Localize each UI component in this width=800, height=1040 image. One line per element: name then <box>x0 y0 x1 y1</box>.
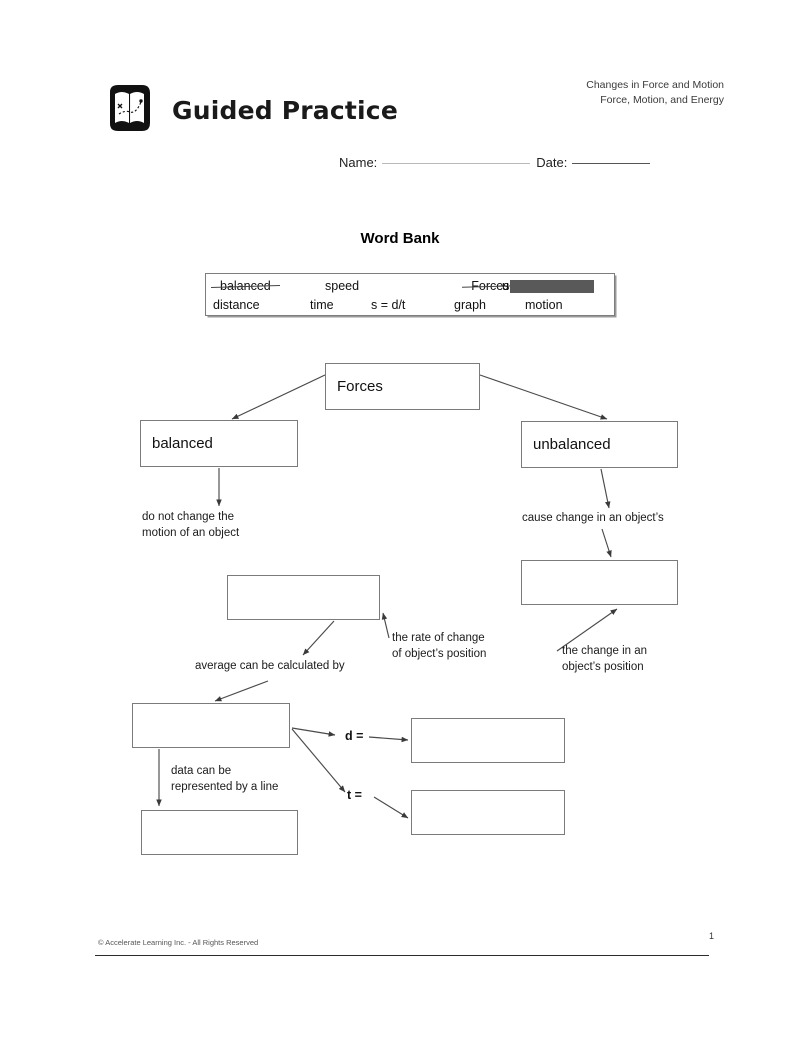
word-bank-box: balanced speed Forces u distance time s … <box>205 273 615 316</box>
answer-box-time[interactable] <box>411 790 565 835</box>
word-bank-item-motion[interactable]: motion <box>525 298 563 312</box>
note-graph-line: data can be represented by a line <box>171 763 278 795</box>
note-change-in-position-line2: object’s position <box>562 661 644 673</box>
worksheet-page: Guided Practice Changes in Force and Mot… <box>0 0 800 1040</box>
answer-box-motion[interactable] <box>521 560 678 605</box>
note-graph-line2: represented by a line <box>171 781 279 793</box>
treasure-map-icon <box>104 82 156 134</box>
page-title: Guided Practice <box>172 96 398 125</box>
note-change-in-position-line1: the change in an <box>562 645 648 657</box>
note-change-in-position: the change in an object’s position <box>562 643 647 675</box>
node-balanced-label: balanced <box>152 435 213 452</box>
note-balanced-desc-line2: motion of an object <box>142 527 240 539</box>
word-bank-item-time[interactable]: time <box>310 298 334 312</box>
page-number: 1 <box>708 931 714 941</box>
lesson-title-line2: Force, Motion, and Energy <box>600 94 724 106</box>
note-rate-of-change-line1: the rate of change <box>392 632 485 644</box>
word-bank-item-formula[interactable]: s = d/t <box>371 298 405 312</box>
date-input[interactable] <box>572 163 651 164</box>
node-balanced[interactable]: balanced <box>140 420 298 467</box>
node-unbalanced[interactable]: unbalanced <box>521 421 678 468</box>
node-unbalanced-label: unbalanced <box>533 436 611 453</box>
answer-box-distance[interactable] <box>411 718 565 763</box>
word-bank-title: Word Bank <box>360 230 440 247</box>
date-label: Date: <box>536 155 568 170</box>
node-forces[interactable]: Forces <box>325 363 480 410</box>
note-balanced-desc: do not change the motion of an object <box>142 509 239 541</box>
redaction-bar <box>510 280 594 293</box>
equation-distance-label: d = <box>345 729 364 743</box>
note-balanced-desc-line1: do not change the <box>142 511 235 523</box>
word-bank-row-1: balanced speed Forces u <box>206 279 614 293</box>
note-average-calculated: average can be calculated by <box>195 660 345 672</box>
note-unbalanced-desc: cause change in an object’s <box>522 512 664 524</box>
note-rate-of-change: the rate of change of object’s position <box>392 630 486 662</box>
footer-divider <box>95 955 709 956</box>
lesson-header: Changes in Force and Motion Force, Motio… <box>586 78 724 108</box>
word-bank-item-balanced[interactable]: balanced <box>220 279 271 293</box>
lesson-title-line1: Changes in Force and Motion <box>586 79 724 91</box>
word-bank-item-unbalanced-prefix[interactable]: u <box>502 279 509 293</box>
name-input[interactable] <box>382 163 531 164</box>
answer-box-speed[interactable] <box>227 575 380 620</box>
copyright-text: © Accelerate Learning Inc. - All Rights … <box>98 938 259 947</box>
node-forces-label: Forces <box>337 378 383 395</box>
answer-box-graph[interactable] <box>141 810 298 855</box>
name-date-row: Name: Date: <box>339 155 651 170</box>
equation-time-label: t = <box>347 788 362 802</box>
answer-box-formula[interactable] <box>132 703 290 748</box>
note-graph-line1: data can be <box>171 765 232 777</box>
word-bank-item-graph[interactable]: graph <box>454 298 486 312</box>
word-bank-item-distance[interactable]: distance <box>213 298 260 312</box>
note-rate-of-change-line2: of object’s position <box>392 648 487 660</box>
word-bank-item-speed[interactable]: speed <box>325 279 359 293</box>
name-label: Name: <box>339 155 378 170</box>
